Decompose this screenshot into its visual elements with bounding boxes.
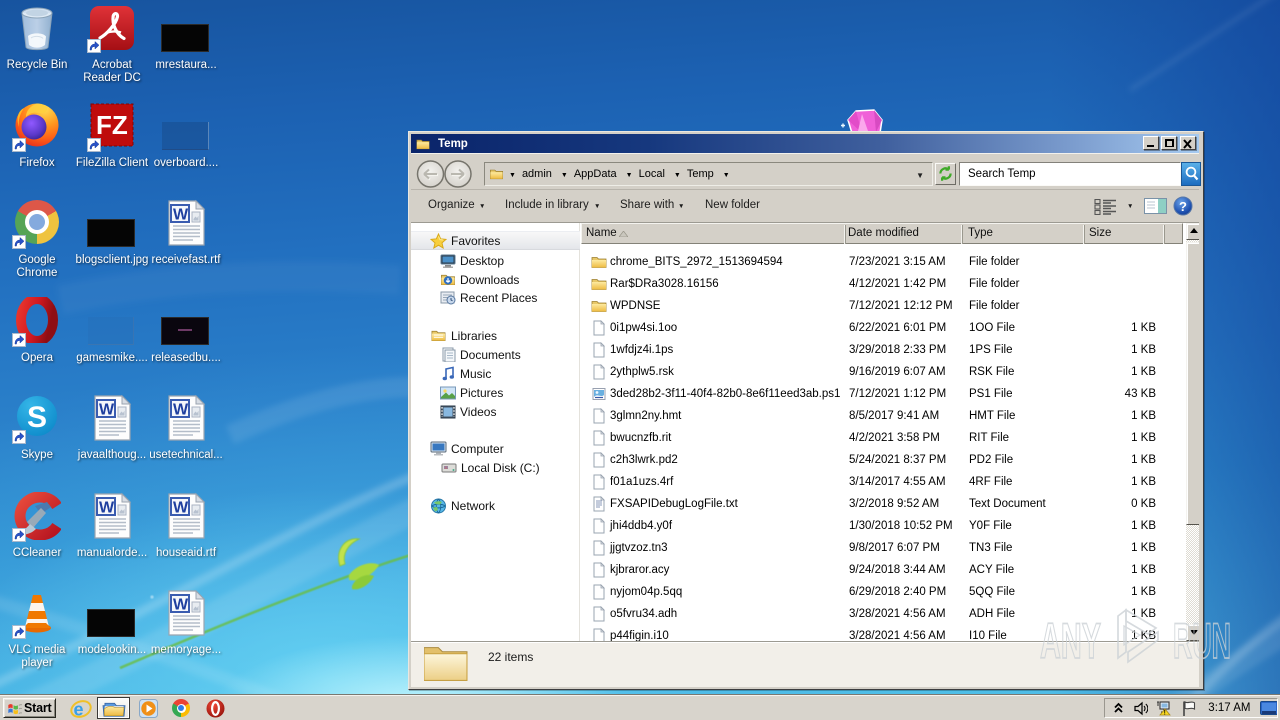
svg-text:!: ! bbox=[1164, 711, 1166, 716]
svg-text:RUN: RUN bbox=[1173, 613, 1231, 669]
svg-text:?: ? bbox=[1179, 199, 1187, 214]
svg-text:e: e bbox=[74, 700, 84, 720]
svg-text:FZ: FZ bbox=[96, 110, 128, 140]
svg-text:ANY: ANY bbox=[1040, 613, 1101, 669]
svg-text:S: S bbox=[27, 401, 47, 434]
